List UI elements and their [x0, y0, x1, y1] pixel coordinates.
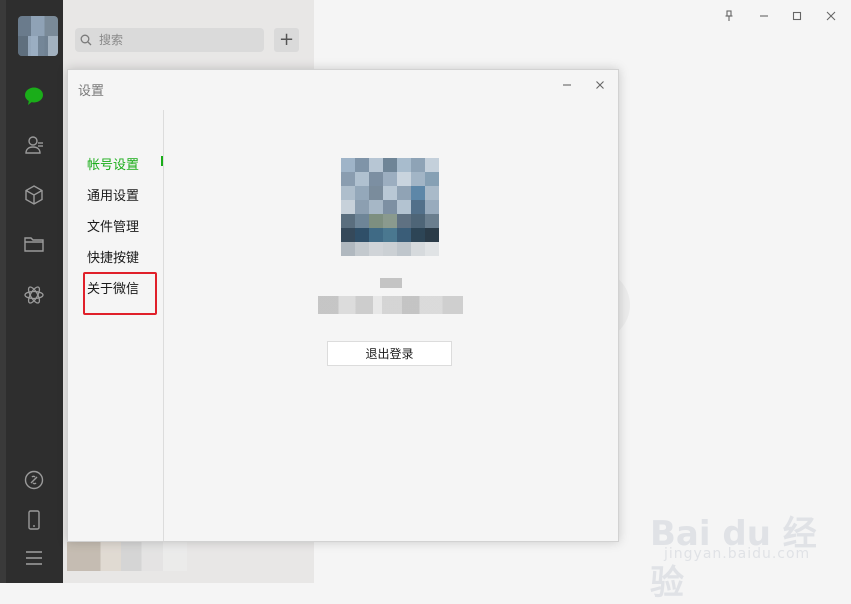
settings-sidebar: 帐号设置 通用设置 文件管理 快捷按键 关于微信	[68, 110, 164, 541]
avatar-pixel	[425, 186, 439, 200]
avatar-pixel	[411, 186, 425, 200]
avatar-pixel	[341, 172, 355, 186]
nav-file-management[interactable]: 文件管理	[87, 216, 139, 235]
avatar-pixel	[355, 228, 369, 242]
avatar-pixel	[369, 228, 383, 242]
folder-icon[interactable]	[20, 230, 48, 258]
avatar-pixel	[369, 186, 383, 200]
maximize-icon[interactable]	[787, 6, 807, 26]
dialog-close-icon[interactable]	[591, 76, 609, 94]
pin-icon[interactable]	[719, 6, 739, 26]
avatar-pixel	[397, 186, 411, 200]
user-avatar[interactable]	[18, 16, 58, 56]
left-nav-rail	[6, 0, 63, 583]
avatar-pixel	[425, 228, 439, 242]
avatar-pixel	[411, 242, 425, 256]
settings-dialog: 设置 帐号设置 通用设置 文件管理 快捷按键 关于微信 退出登录	[67, 69, 619, 542]
avatar-pixel	[341, 228, 355, 242]
red-highlight-box	[83, 272, 157, 315]
plus-icon: +	[278, 29, 295, 50]
settings-title: 设置	[78, 84, 105, 99]
avatar-pixel	[383, 158, 397, 172]
account-name-blur	[318, 296, 463, 314]
avatar-pixel	[397, 228, 411, 242]
nav-shortcut-keys[interactable]: 快捷按键	[87, 247, 139, 266]
avatar-pixel	[341, 200, 355, 214]
avatar-pixel	[397, 158, 411, 172]
close-icon[interactable]	[821, 6, 841, 26]
logout-button[interactable]: 退出登录	[327, 341, 452, 366]
avatar-pixel	[369, 172, 383, 186]
watermark-url: jingyan.baidu.com	[664, 546, 811, 562]
avatar-pixel	[369, 214, 383, 228]
avatar-pixel	[383, 186, 397, 200]
menu-icon[interactable]	[20, 544, 48, 572]
avatar-pixel	[355, 186, 369, 200]
account-id-blur	[380, 278, 402, 288]
avatar-pixel	[383, 214, 397, 228]
avatar-pixel	[397, 214, 411, 228]
avatar-pixel	[341, 214, 355, 228]
avatar-pixel	[425, 214, 439, 228]
avatar-pixel	[369, 158, 383, 172]
avatar-pixel	[341, 186, 355, 200]
account-avatar	[341, 158, 439, 256]
avatar-pixel	[411, 158, 425, 172]
mini-program-icon[interactable]	[20, 281, 48, 309]
avatar-pixel	[411, 214, 425, 228]
avatar-pixel	[425, 158, 439, 172]
search-box[interactable]	[75, 28, 264, 52]
link-icon[interactable]	[20, 466, 48, 494]
nav-account-settings[interactable]: 帐号设置	[87, 154, 139, 173]
chat-bubble-icon[interactable]	[20, 82, 48, 110]
add-button[interactable]: +	[274, 28, 299, 52]
nav-general-settings[interactable]: 通用设置	[87, 185, 139, 204]
dialog-minimize-icon[interactable]	[558, 76, 576, 94]
avatar-pixel	[383, 228, 397, 242]
phone-icon[interactable]	[20, 506, 48, 534]
avatar-pixel	[355, 242, 369, 256]
baidu-watermark: Bai du 经验 jingyan.baidu.com	[650, 490, 820, 603]
avatar-pixel	[341, 242, 355, 256]
avatar-pixel	[383, 200, 397, 214]
avatar-pixel	[383, 172, 397, 186]
search-icon	[75, 34, 97, 46]
search-input[interactable]	[97, 28, 261, 52]
minimize-icon[interactable]	[754, 6, 774, 26]
avatar-pixel	[411, 228, 425, 242]
avatar-pixel	[355, 172, 369, 186]
avatar-pixel	[425, 242, 439, 256]
avatar-pixel	[397, 172, 411, 186]
avatar-pixel	[355, 158, 369, 172]
avatar-pixel	[411, 200, 425, 214]
active-indicator	[161, 156, 163, 166]
avatar-pixel	[425, 172, 439, 186]
avatar-pixel	[341, 158, 355, 172]
avatar-pixel	[369, 200, 383, 214]
avatar-pixel	[369, 242, 383, 256]
avatar-pixel	[397, 242, 411, 256]
avatar-pixel	[355, 214, 369, 228]
avatar-pixel	[411, 172, 425, 186]
contacts-icon[interactable]	[20, 131, 48, 159]
avatar-pixel	[397, 200, 411, 214]
avatar-pixel	[383, 242, 397, 256]
avatar-pixel	[425, 200, 439, 214]
cube-icon[interactable]	[20, 181, 48, 209]
avatar-pixel	[355, 200, 369, 214]
